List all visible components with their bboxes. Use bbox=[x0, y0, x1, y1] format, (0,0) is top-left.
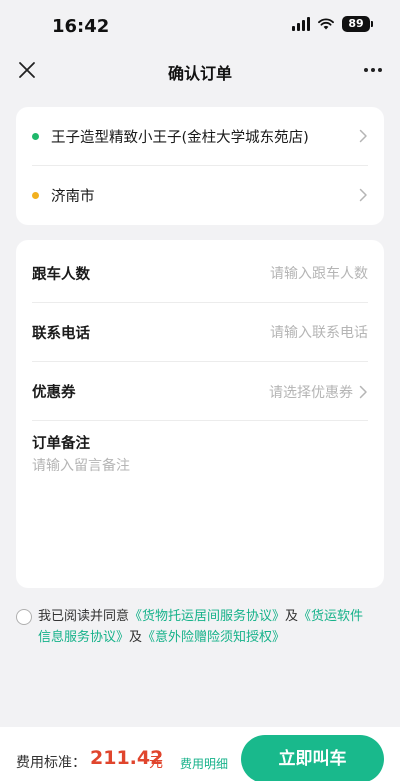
battery-icon: 89 bbox=[342, 16, 373, 32]
call-vehicle-button[interactable]: 立即叫车 bbox=[241, 735, 384, 781]
chevron-right-icon bbox=[359, 188, 367, 202]
origin-row[interactable]: 王子造型精致小王子(金柱大学城东苑店) bbox=[16, 107, 384, 165]
route-card: 王子造型精致小王子(金柱大学城东苑店) 济南市 bbox=[16, 107, 384, 225]
fee-detail-link[interactable]: 费用明细 bbox=[180, 755, 228, 772]
agreement: 我已阅读并同意《货物托运居间服务协议》及《货运软件信息服务协议》及《意外险赠险须… bbox=[16, 606, 376, 648]
destination-row[interactable]: 济南市 bbox=[16, 166, 384, 224]
more-icon[interactable] bbox=[362, 59, 384, 81]
chevron-right-icon bbox=[359, 385, 367, 398]
page-title: 确认订单 bbox=[167, 64, 232, 83]
phone-input[interactable] bbox=[218, 324, 368, 341]
passengers-row: 跟车人数 bbox=[32, 245, 368, 303]
order-form-card: 跟车人数 联系电话 优惠券 请选择优惠券 订单备注 bbox=[16, 240, 384, 588]
agreement-conjunction: 及 bbox=[285, 609, 299, 624]
passengers-input[interactable] bbox=[218, 265, 368, 282]
phone-row: 联系电话 bbox=[32, 304, 368, 362]
origin-address: 王子造型精致小王子(金柱大学城东苑店) bbox=[51, 129, 309, 146]
destination-dot-icon bbox=[32, 191, 39, 199]
coupon-placeholder: 请选择优惠券 bbox=[269, 384, 353, 401]
agreement-text: 我已阅读并同意《货物托运居间服务协议》及《货运软件信息服务协议》及《意外险赠险须… bbox=[16, 606, 376, 648]
agreement-conjunction: 及 bbox=[129, 630, 143, 645]
chevron-right-icon bbox=[359, 129, 367, 143]
fee-unit: 元 bbox=[149, 755, 163, 771]
origin-dot-icon bbox=[32, 132, 39, 140]
coupon-selector[interactable]: 请选择优惠券 bbox=[269, 382, 368, 402]
agreement-prefix: 我已阅读并同意 bbox=[38, 609, 130, 624]
wifi-icon bbox=[318, 18, 334, 30]
bottom-bar: 费用标准： 211.42 元 费用明细 立即叫车 bbox=[0, 727, 400, 781]
destination-address: 济南市 bbox=[51, 188, 95, 205]
status-icons: 89 bbox=[292, 16, 373, 32]
passengers-label: 跟车人数 bbox=[32, 267, 90, 283]
coupon-label: 优惠券 bbox=[32, 385, 76, 401]
phone-label: 联系电话 bbox=[32, 326, 90, 342]
fee-label: 费用标准： bbox=[16, 755, 86, 771]
status-time: 16:42 bbox=[52, 16, 110, 37]
signal-icon bbox=[292, 17, 310, 31]
nav-bar: 确认订单 bbox=[0, 48, 400, 92]
cargo-service-agreement-link[interactable]: 《货物托运居间服务协议》 bbox=[129, 609, 285, 624]
note-input[interactable] bbox=[32, 456, 368, 566]
insurance-notice-link[interactable]: 《意外险赠险须知授权》 bbox=[142, 630, 285, 645]
coupon-row: 优惠券 请选择优惠券 bbox=[32, 363, 368, 421]
note-label: 订单备注 bbox=[32, 436, 90, 452]
agree-checkbox[interactable] bbox=[16, 609, 32, 625]
status-bar: 16:42 89 bbox=[0, 0, 400, 48]
